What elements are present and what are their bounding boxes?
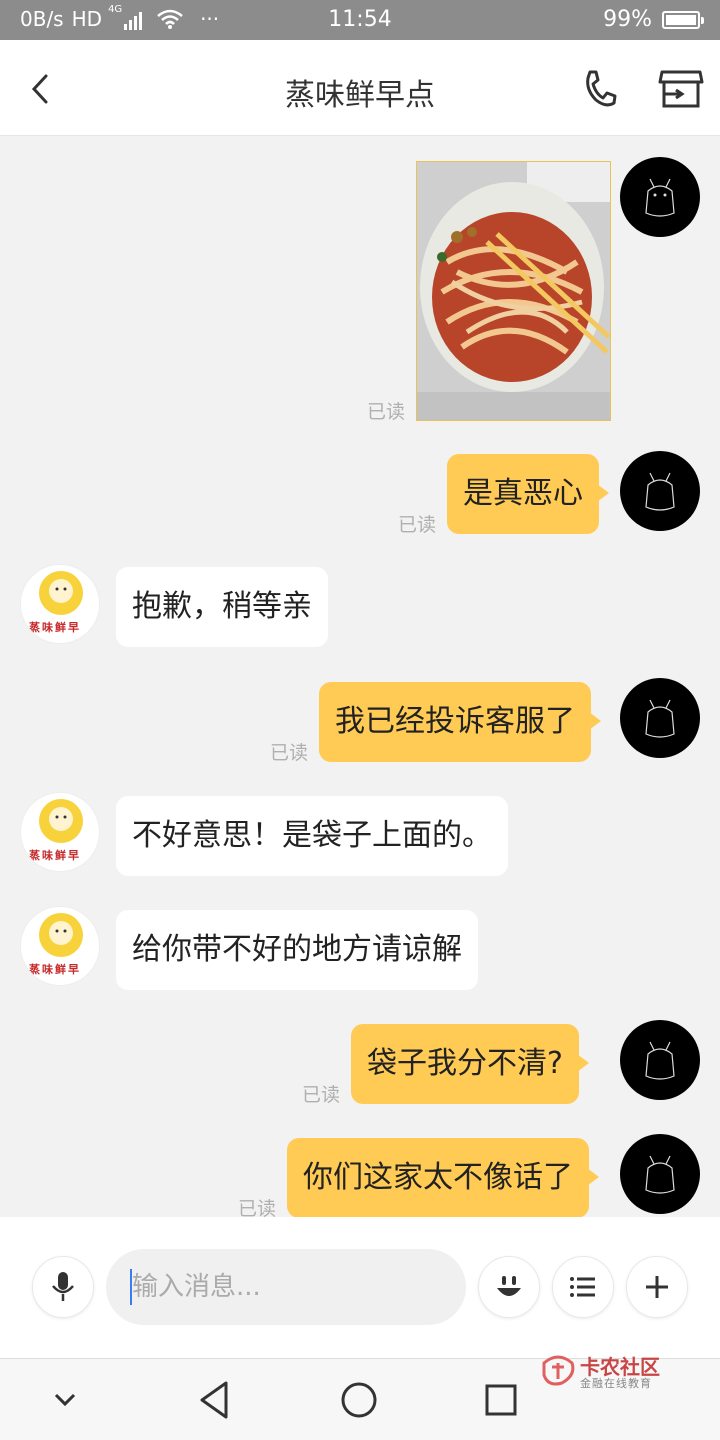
list-icon	[570, 1277, 595, 1297]
home-circle-icon[interactable]	[336, 1377, 382, 1423]
back-triangle-icon[interactable]	[192, 1377, 238, 1423]
totoro-icon	[645, 1041, 675, 1080]
totoro-icon	[645, 699, 675, 738]
read-status: 已读	[398, 514, 437, 536]
status-bar: 0B/s HD 4G ··· 11:54 99%	[0, 0, 720, 40]
message-bubble[interactable]: 不好意思！是袋子上面的。	[116, 796, 508, 876]
read-status: 已读	[238, 1198, 277, 1217]
text-caret	[130, 1269, 132, 1305]
input-bar: 输入消息...	[0, 1217, 720, 1358]
my-avatar[interactable]	[620, 157, 700, 237]
read-status: 已读	[367, 401, 406, 423]
emoji-button[interactable]	[478, 1256, 540, 1318]
shop-logo-text: 蒸味鲜早	[29, 849, 81, 862]
shop-icon[interactable]	[656, 66, 706, 112]
message-bubble[interactable]: 是真恶心	[447, 454, 609, 534]
voice-button[interactable]	[32, 1256, 94, 1318]
battery-percent: 99%	[603, 7, 652, 32]
plus-icon	[646, 1276, 668, 1298]
read-status: 已读	[270, 742, 309, 764]
watermark: 卡农社区 金融在线教育	[540, 1351, 670, 1391]
message-bubble[interactable]: 你们这家太不像话了	[287, 1138, 599, 1217]
my-avatar[interactable]	[620, 1020, 700, 1100]
read-status: 已读	[302, 1084, 341, 1106]
my-avatar[interactable]	[620, 451, 700, 531]
microphone-icon	[52, 1272, 74, 1301]
chat-header: 蒸味鲜早点	[0, 40, 720, 136]
message-bubble[interactable]: 抱歉，稍等亲	[116, 567, 328, 647]
message-bubble[interactable]: 袋子我分不清?	[351, 1024, 589, 1104]
totoro-icon	[645, 472, 675, 511]
chevron-down-icon[interactable]	[42, 1377, 88, 1423]
shop-avatar[interactable]: 蒸味鲜早	[20, 792, 100, 872]
chat-area[interactable]: 已读 是真恶心 已读 蒸味鲜早 抱歉，稍等亲 我已经投诉客服了 已读 蒸味鲜早 …	[0, 137, 720, 1217]
shop-avatar[interactable]: 蒸味鲜早	[20, 906, 100, 986]
recents-square-icon[interactable]	[478, 1377, 524, 1423]
message-input-placeholder: 输入消息...	[132, 1272, 261, 1302]
shop-avatar[interactable]: 蒸味鲜早	[20, 564, 100, 644]
watermark-subtitle: 金融在线教育	[580, 1377, 652, 1390]
menu-button[interactable]	[552, 1256, 614, 1318]
phone-icon[interactable]	[576, 66, 620, 112]
system-nav-bar: 卡农社区 金融在线教育	[0, 1355, 720, 1440]
totoro-icon	[645, 1155, 675, 1194]
shop-logo-text: 蒸味鲜早	[29, 963, 81, 976]
add-button[interactable]	[626, 1256, 688, 1318]
shop-logo-text: 蒸味鲜早	[29, 621, 81, 634]
my-avatar[interactable]	[620, 678, 700, 758]
watermark-logo-icon	[542, 1355, 575, 1386]
battery-icon	[662, 10, 704, 29]
message-input[interactable]: 输入消息...	[106, 1249, 466, 1325]
totoro-icon	[645, 178, 675, 217]
my-avatar[interactable]	[620, 1134, 700, 1214]
message-bubble[interactable]: 给你带不好的地方请谅解	[116, 910, 478, 990]
message-bubble[interactable]: 我已经投诉客服了	[319, 682, 601, 762]
emoji-icon	[497, 1276, 521, 1296]
noodle-photo[interactable]	[416, 161, 611, 421]
status-right: 99%	[603, 7, 704, 32]
